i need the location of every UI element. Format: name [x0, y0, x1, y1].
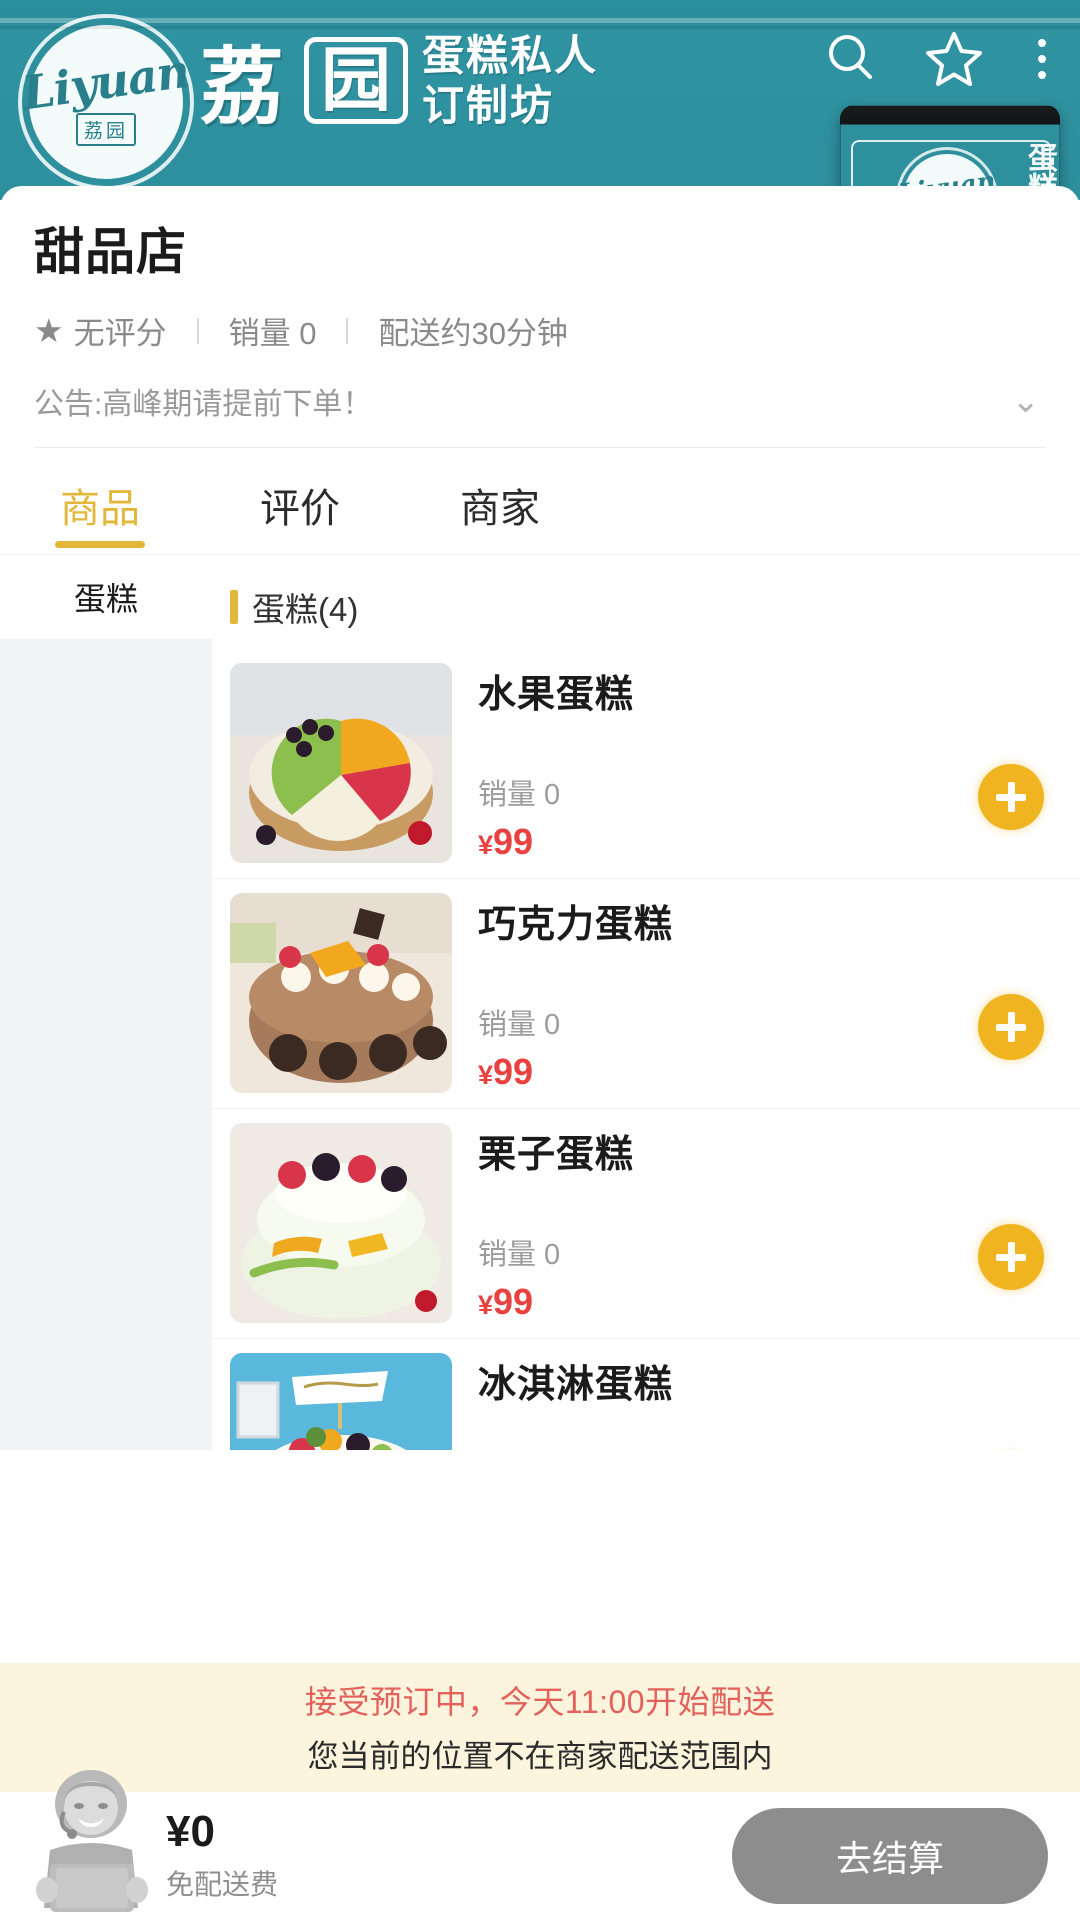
product-sales: 销量 0 [478, 1009, 561, 1041]
rating-star-icon: ★ [34, 312, 64, 349]
shop-sales: 销量 0 [228, 316, 317, 351]
sidebar-item-cake[interactable]: 蛋糕 [0, 555, 212, 639]
content-area: 蛋糕 蛋糕(4) 水果蛋糕 销量 0 ¥99 巧克力蛋糕 销量 0 ¥99 栗子… [0, 555, 1080, 1450]
product-price: ¥99 [478, 1051, 1054, 1093]
tab-merchant[interactable]: 商家 [400, 470, 600, 554]
tab-products[interactable]: 商品 [0, 470, 200, 554]
add-to-cart-button[interactable] [978, 764, 1044, 830]
cart-bar: ¥0 免配送费 去结算 [0, 1770, 1080, 1920]
shop-delivery-time: 配送约30分钟 [378, 316, 568, 351]
shop-stats: ★ 无评分 销量 0 配送约30分钟 [34, 308, 1046, 353]
product-price: ¥99 [478, 1281, 1054, 1323]
product-info: 巧克力蛋糕 销量 0 ¥99 [452, 893, 1054, 1093]
product-image[interactable] [230, 1353, 452, 1450]
product-info: 栗子蛋糕 销量 0 ¥99 [452, 1123, 1054, 1323]
shop-rating: 无评分 [73, 316, 167, 351]
price-value: 99 [493, 1051, 534, 1092]
list-item[interactable]: 冰淇淋蛋糕 销量 0 ¥99 [212, 1339, 1080, 1450]
app-root: Liyuan 荔园 荔 园 蛋糕私人 订制坊 Liyuan 蛋糕 甜品店 ★ 无… [0, 0, 1080, 1920]
currency-symbol: ¥ [478, 1060, 494, 1090]
banner-actions [822, 30, 1056, 88]
announcement-row[interactable]: 公告:高峰期请提前下单！ ⌄ [34, 379, 1046, 448]
list-item[interactable]: 水果蛋糕 销量 0 ¥99 [212, 649, 1080, 879]
delivery-fee: 免配送费 [166, 1869, 279, 1901]
brand-logo-script: Liyuan [19, 43, 193, 120]
delivery-notice-primary: 接受预订中，今天11:00开始配送 [304, 1684, 776, 1720]
product-sales: 销量 0 [478, 779, 561, 811]
section-accent-bar [230, 590, 238, 624]
brand-logo-sub: 荔园 [75, 112, 136, 146]
section-header: 蛋糕(4) [212, 555, 1080, 649]
chevron-down-icon[interactable]: ⌄ [1012, 384, 1047, 418]
shop-banner: Liyuan 荔园 荔 园 蛋糕私人 订制坊 Liyuan 蛋糕 [0, 0, 1080, 200]
section-title: 蛋糕(4) [252, 591, 359, 628]
stat-divider [346, 317, 349, 344]
cart-summary: ¥0 免配送费 [166, 1806, 279, 1903]
price-value: 99 [493, 821, 534, 862]
currency-symbol: ¥ [478, 1290, 494, 1320]
product-image[interactable] [230, 1123, 452, 1323]
banner-title-line2: 订制坊 [422, 81, 555, 129]
tab-reviews[interactable]: 评价 [200, 470, 400, 554]
currency-symbol: ¥ [478, 830, 494, 860]
search-icon[interactable] [822, 30, 880, 88]
more-dot [1038, 39, 1046, 47]
announcement-text: 公告:高峰期请提前下单！ [34, 388, 373, 421]
more-dot [1038, 71, 1046, 79]
product-image[interactable] [230, 663, 452, 863]
price-value: 99 [493, 1281, 534, 1322]
product-sales: 销量 0 [478, 1239, 561, 1271]
shop-info-card: 甜品店 ★ 无评分 销量 0 配送约30分钟 公告:高峰期请提前下单！ ⌄ [0, 186, 1080, 448]
add-to-cart-button[interactable] [978, 1224, 1044, 1290]
brand-logo: Liyuan 荔园 [19, 18, 193, 186]
cart-total: ¥0 [166, 1806, 215, 1856]
add-to-cart-button[interactable] [978, 994, 1044, 1060]
page-title: 甜品店 [34, 224, 187, 280]
product-price: ¥99 [478, 821, 1054, 863]
product-name: 冰淇淋蛋糕 [478, 1364, 674, 1406]
stat-divider [196, 317, 199, 344]
more-menu-icon[interactable] [1028, 33, 1056, 85]
banner-title: 荔 园 蛋糕私人 订制坊 [200, 20, 598, 141]
product-name: 栗子蛋糕 [478, 1134, 635, 1176]
banner-title-boxed: 园 [304, 36, 409, 125]
product-image[interactable] [230, 893, 452, 1093]
banner-title-line1: 蛋糕私人 [422, 31, 599, 79]
product-info: 冰淇淋蛋糕 销量 0 ¥99 [452, 1353, 1054, 1450]
more-dot [1038, 55, 1046, 63]
list-item[interactable]: 巧克力蛋糕 销量 0 ¥99 [212, 879, 1080, 1109]
product-info: 水果蛋糕 销量 0 ¥99 [452, 663, 1054, 863]
banner-title-main: 荔 [200, 40, 291, 134]
product-list: 蛋糕(4) 水果蛋糕 销量 0 ¥99 巧克力蛋糕 销量 0 ¥99 栗子蛋糕 … [212, 555, 1080, 1450]
product-name: 巧克力蛋糕 [478, 904, 674, 946]
list-item[interactable]: 栗子蛋糕 销量 0 ¥99 [212, 1109, 1080, 1339]
product-name: 水果蛋糕 [478, 674, 635, 716]
banner-title-sub: 蛋糕私人 订制坊 [422, 31, 598, 130]
favorite-star-icon[interactable] [924, 30, 984, 88]
category-sidebar: 蛋糕 [0, 555, 212, 1450]
tab-bar: 商品 评价 商家 [0, 448, 1080, 555]
delivery-rider-icon[interactable] [16, 1768, 166, 1918]
checkout-button[interactable]: 去结算 [732, 1808, 1048, 1904]
bottom-bar: 接受预订中，今天11:00开始配送 您当前的位置不在商家配送范围内 ¥0 免配送… [0, 1663, 1080, 1920]
